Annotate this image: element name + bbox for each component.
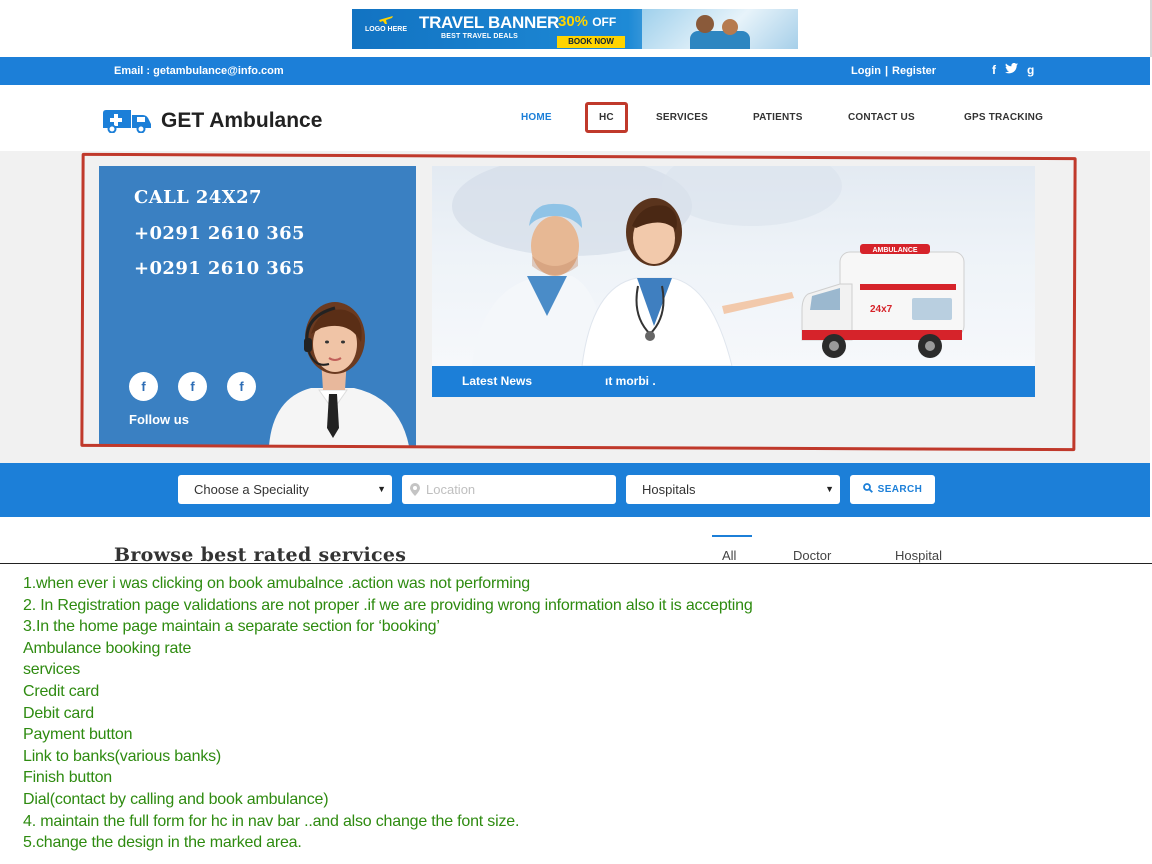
ad-travelers-image bbox=[642, 9, 798, 49]
top-info-bar: Email : getambulance@info.com Login | Regi… bbox=[0, 57, 1150, 85]
main-nav: HOME HC SERVICES PATIENTS CONTACT US GPS… bbox=[0, 111, 1150, 125]
search-bar: Choose a Speciality ▼ Hospitals ▼ SEARCH bbox=[0, 463, 1150, 517]
social-links: f g bbox=[992, 62, 1034, 78]
ad-logo: LOGO HERE bbox=[364, 13, 408, 34]
ad-discount: 30% OFF bbox=[558, 14, 616, 30]
annotation-box-hc bbox=[585, 102, 628, 133]
google-plus-icon[interactable]: g bbox=[1027, 63, 1034, 78]
ad-title: TRAVEL BANNER bbox=[419, 13, 559, 32]
tab-doctor[interactable]: Doctor bbox=[793, 548, 831, 564]
note-line: Ambulance booking rate bbox=[23, 639, 192, 657]
register-link[interactable]: Register bbox=[892, 65, 936, 77]
facility-select-value: Hospitals bbox=[642, 482, 696, 497]
active-tab-indicator bbox=[712, 535, 752, 537]
tab-all[interactable]: All bbox=[722, 548, 736, 564]
auth-separator: | bbox=[884, 65, 889, 77]
ad-logo-text: LOGO HERE bbox=[364, 26, 407, 33]
caret-down-icon: ▼ bbox=[825, 484, 834, 494]
nav-gps-tracking[interactable]: GPS TRACKING bbox=[964, 111, 1043, 125]
location-field[interactable] bbox=[402, 475, 616, 504]
note-line: 5.change the design in the marked area. bbox=[23, 834, 302, 852]
search-icon bbox=[862, 483, 873, 493]
nav-contact-us[interactable]: CONTACT US bbox=[848, 111, 915, 125]
site-header: GET Ambulance HOME HC SERVICES PATIENTS … bbox=[0, 85, 1150, 151]
contact-email: Email : getambulance@info.com bbox=[114, 65, 284, 77]
annotation-box-hero bbox=[80, 152, 1077, 452]
ad-discount-value: 30% bbox=[558, 13, 589, 30]
note-line: Debit card bbox=[23, 704, 94, 722]
location-input[interactable] bbox=[426, 475, 611, 504]
ad-banner-area: LOGO HERE TRAVEL BANNER BEST TRAVEL DEAL… bbox=[0, 0, 1152, 57]
note-line: 2. In Registration page validations are … bbox=[23, 596, 753, 614]
login-link[interactable]: Login bbox=[851, 65, 881, 77]
browse-section: Browse best rated services All Doctor Ho… bbox=[0, 517, 1150, 566]
airplane-icon bbox=[379, 16, 393, 24]
note-line: Link to banks(various banks) bbox=[23, 747, 222, 765]
note-line: 4. maintain the full form for hc in nav … bbox=[23, 812, 520, 830]
twitter-icon[interactable] bbox=[1005, 62, 1018, 78]
map-pin-icon bbox=[410, 483, 420, 496]
note-line: 3.In the home page maintain a separate s… bbox=[23, 618, 440, 636]
caret-down-icon: ▼ bbox=[377, 484, 386, 494]
note-line: services bbox=[23, 661, 81, 679]
note-line: Payment button bbox=[23, 726, 133, 744]
facility-select[interactable]: Hospitals ▼ bbox=[626, 475, 840, 504]
nav-patients[interactable]: PATIENTS bbox=[753, 111, 803, 125]
ad-subtitle: BEST TRAVEL DEALS bbox=[441, 33, 519, 40]
ad-discount-suffix: OFF bbox=[592, 15, 617, 29]
travel-ad-banner[interactable]: LOGO HERE TRAVEL BANNER BEST TRAVEL DEAL… bbox=[352, 9, 798, 49]
nav-services[interactable]: SERVICES bbox=[656, 111, 708, 125]
note-line: Credit card bbox=[23, 682, 100, 700]
screenshot-divider bbox=[0, 563, 1152, 564]
speciality-select[interactable]: Choose a Speciality ▼ bbox=[178, 475, 392, 504]
browse-title: Browse best rated services bbox=[114, 544, 407, 566]
speciality-select-value: Choose a Speciality bbox=[194, 482, 309, 497]
nav-home[interactable]: HOME bbox=[521, 111, 552, 125]
search-button-label: SEARCH bbox=[877, 484, 923, 495]
review-notes: 1.when ever i was clicking on book amuba… bbox=[23, 573, 1143, 854]
ad-book-now-button[interactable]: BOOK NOW bbox=[557, 36, 625, 48]
auth-links: Login | Register bbox=[851, 64, 936, 78]
search-button[interactable]: SEARCH bbox=[850, 475, 935, 504]
tab-hospital[interactable]: Hospital bbox=[895, 548, 942, 564]
note-line: 1.when ever i was clicking on book amuba… bbox=[23, 575, 530, 592]
note-line: Finish button bbox=[23, 769, 113, 787]
note-line: Dial(contact by calling and book ambulan… bbox=[23, 790, 329, 808]
facebook-icon[interactable]: f bbox=[992, 63, 996, 78]
